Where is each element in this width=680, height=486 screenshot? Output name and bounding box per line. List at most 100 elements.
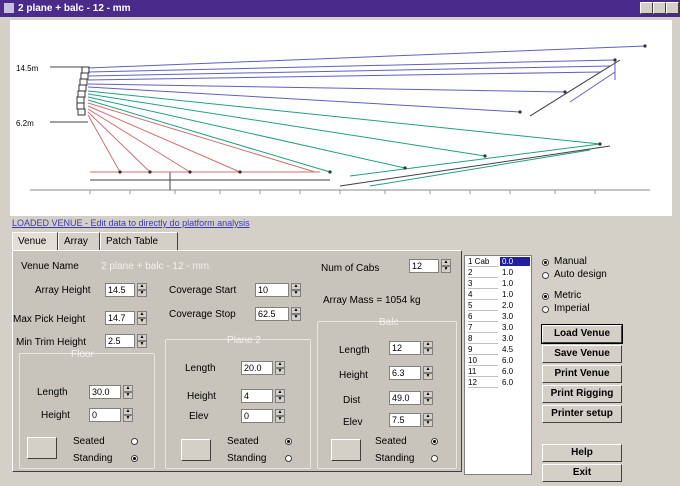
num-cabs-input[interactable]: 12 [409, 259, 439, 273]
cab-angle-value: 0.0 [500, 257, 530, 266]
min-trim-height-label: Min Trim Height [16, 337, 87, 348]
coverage-start-input[interactable]: 10 [255, 283, 289, 297]
cab-id: 12 [468, 378, 498, 388]
floor-height-spinner[interactable]: ▲ ▼ [123, 408, 133, 422]
coverage-start-label: Coverage Start [169, 285, 237, 296]
plane2-standing-radio[interactable] [285, 455, 292, 462]
title-bar: 2 plane + balc - 12 - mm [0, 0, 680, 17]
close-button[interactable] [666, 2, 679, 14]
tab-array[interactable]: Array [58, 232, 100, 250]
plane3-length-spinner[interactable]: ▲ ▼ [423, 341, 433, 355]
plane2-height-spinner[interactable]: ▲ ▼ [275, 389, 285, 403]
cab-angle-value: 1.0 [502, 290, 514, 299]
min-trim-height-input[interactable]: 2.5 [105, 334, 135, 348]
plane3-height-input[interactable]: 6.3 [389, 366, 421, 380]
rays-low [87, 102, 320, 173]
floor-length-spinner[interactable]: ▲ ▼ [123, 385, 133, 399]
cab-id: 10 [468, 356, 498, 366]
tab-patch-table[interactable]: Patch Table [100, 232, 178, 250]
cab-angle-value: 6.0 [502, 356, 514, 365]
floor-color-button[interactable] [27, 437, 57, 459]
save-venue-button[interactable]: Save Venue [542, 345, 622, 363]
maximize-button[interactable] [653, 2, 666, 14]
floor-length-label: Length [37, 387, 68, 398]
metric-label: Metric [554, 290, 582, 301]
coverage-stop-label: Coverage Stop [169, 309, 236, 320]
help-button[interactable]: Help [542, 444, 622, 462]
metric-radio[interactable] [542, 293, 549, 300]
cab-id: 4 [468, 290, 498, 300]
array-height-label: Array Height [35, 285, 91, 296]
plane2-height-input[interactable]: 4 [241, 389, 273, 403]
exit-button[interactable]: Exit [542, 464, 622, 482]
plane3-dist-input[interactable]: 49.0 [389, 391, 421, 405]
plane2-elev-input[interactable]: 0 [241, 409, 273, 423]
max-pick-height-spinner[interactable]: ▲ ▼ [137, 311, 147, 325]
manual-radio[interactable] [542, 259, 549, 266]
plane3-dist-spinner[interactable]: ▲ ▼ [423, 391, 433, 405]
status-link[interactable]: LOADED VENUE - Edit data to directly do … [12, 218, 250, 228]
plane2-length-spinner[interactable]: ▲ ▼ [275, 361, 285, 375]
plane3-length-input[interactable]: 12 [389, 341, 421, 355]
tab-array-label: Array [64, 236, 88, 247]
num-cabs-spinner[interactable]: ▲ ▼ [441, 259, 451, 273]
cab-angle-list[interactable]: 1 Cab 0.0 2 1.0 3 1.0 4 1.0 5 2.0 6 3.0 7 3.0 8… [464, 255, 532, 475]
list-item[interactable]: 10 6.0 [466, 356, 530, 366]
list-item[interactable]: 2 1.0 [466, 268, 530, 278]
max-pick-height-input[interactable]: 14.7 [105, 311, 135, 325]
cab-id: 9 [468, 345, 498, 355]
plane2-seated-radio[interactable] [285, 438, 292, 445]
list-item[interactable]: 5 2.0 [466, 301, 530, 311]
plane3-elev-input[interactable]: 7.5 [389, 413, 421, 427]
plane3-seated-radio[interactable] [431, 438, 438, 445]
height-low-label: 6.2m [16, 119, 34, 128]
array-height-input[interactable]: 14.5 [105, 283, 135, 297]
list-item[interactable]: 12 6.0 [466, 378, 530, 388]
list-item[interactable]: 3 1.0 [466, 279, 530, 289]
plane3-elev-label: Elev [343, 417, 363, 428]
minimize-button[interactable] [640, 2, 653, 14]
floor-group-label: Floor [71, 349, 94, 360]
plane2-standing-label: Standing [227, 453, 267, 464]
plane3-standing-label: Standing [375, 453, 415, 464]
imperial-radio[interactable] [542, 306, 549, 313]
coverage-stop-spinner[interactable]: ▲ ▼ [291, 307, 301, 321]
max-pick-height-label: Max Pick Height [13, 314, 86, 325]
tab-venue[interactable]: Venue [12, 232, 58, 250]
plane3-color-button[interactable] [331, 439, 361, 461]
line-array-graphic [76, 66, 90, 116]
load-venue-button[interactable]: Load Venue [541, 324, 623, 344]
cab-id: 5 [468, 301, 498, 311]
min-trim-height-spinner[interactable]: ▲ ▼ [137, 334, 147, 348]
coverage-stop-input[interactable]: 62.5 [255, 307, 289, 321]
list-item[interactable]: 6 3.0 [466, 312, 530, 322]
floor-standing-radio[interactable] [131, 455, 138, 462]
list-item[interactable]: 9 4.5 [466, 345, 530, 355]
print-rigging-button[interactable]: Print Rigging [542, 385, 622, 403]
floor-length-input[interactable]: 30.0 [89, 385, 121, 399]
venue-name-label: Venue Name [21, 261, 79, 272]
list-item[interactable]: 4 1.0 [466, 290, 530, 300]
height-top-label: 14.5m [16, 64, 39, 73]
coverage-start-spinner[interactable]: ▲ ▼ [291, 283, 301, 297]
cab-id: 3 [468, 279, 498, 289]
auto-design-radio[interactable] [542, 272, 549, 279]
plane3-dist-label: Dist [343, 395, 361, 406]
floor-seated-radio[interactable] [131, 438, 138, 445]
printer-setup-button[interactable]: Printer setup [542, 405, 622, 423]
list-item[interactable]: 8 3.0 [466, 334, 530, 344]
plane3-standing-radio[interactable] [431, 455, 438, 462]
plane2-elev-spinner[interactable]: ▲ ▼ [275, 409, 285, 423]
plane2-length-input[interactable]: 20.0 [241, 361, 273, 375]
list-item[interactable]: 1 Cab 0.0 [466, 257, 530, 267]
list-item[interactable]: 11 6.0 [466, 367, 530, 377]
floor-height-input[interactable]: 0 [89, 408, 121, 422]
plane2-color-button[interactable] [181, 439, 211, 461]
plane3-elev-spinner[interactable]: ▲ ▼ [423, 413, 433, 427]
list-item[interactable]: 7 3.0 [466, 323, 530, 333]
array-height-spinner[interactable]: ▲ ▼ [137, 283, 147, 297]
plane3-height-spinner[interactable]: ▲ ▼ [423, 366, 433, 380]
tab-venue-label: Venue [18, 236, 47, 247]
print-venue-button[interactable]: Print Venue [542, 365, 622, 383]
floor-standing-label: Standing [73, 453, 113, 464]
